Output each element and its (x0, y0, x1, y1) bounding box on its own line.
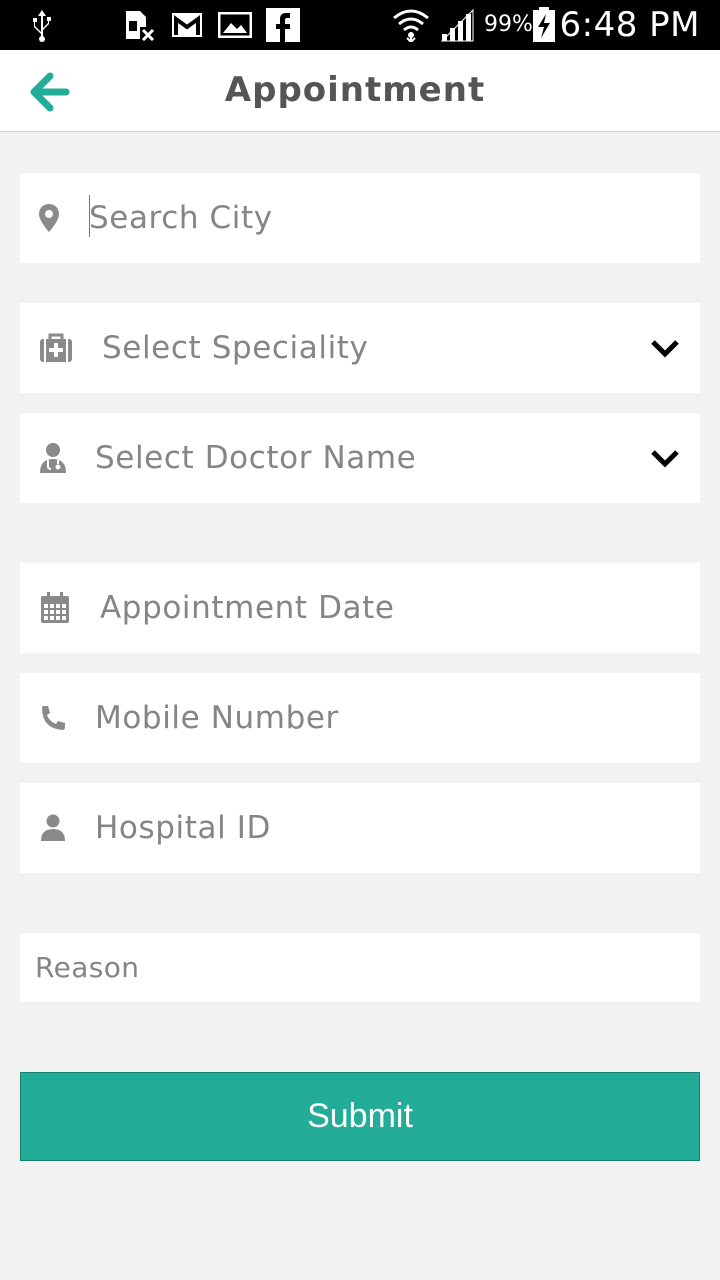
mobile-number-input[interactable]: Mobile Number (20, 673, 700, 763)
chevron-down-icon (650, 413, 680, 503)
user-icon (40, 783, 66, 873)
search-city-input[interactable]: Search City (20, 173, 700, 263)
search-city-placeholder: Search City (89, 200, 273, 236)
sim-missing-icon (124, 0, 156, 50)
battery-charging-icon (532, 0, 556, 50)
speciality-select[interactable]: Select Speciality (20, 303, 700, 393)
doctor-name-placeholder: Select Doctor Name (95, 440, 417, 476)
calendar-icon (40, 563, 70, 653)
submit-button[interactable]: Submit (20, 1072, 700, 1161)
map-pin-icon (38, 173, 60, 263)
signal-icon (440, 0, 476, 50)
usb-icon (30, 0, 54, 50)
text-cursor (89, 195, 90, 237)
phone-icon (40, 673, 66, 763)
hospital-id-input[interactable]: Hospital ID (20, 783, 700, 873)
appointment-date-input[interactable]: Appointment Date (20, 563, 700, 653)
reason-placeholder: Reason (35, 951, 140, 984)
appointment-date-placeholder: Appointment Date (100, 590, 395, 626)
chevron-down-icon (650, 303, 680, 393)
page-title: Appointment (224, 70, 486, 110)
doctor-icon (39, 413, 67, 503)
mobile-number-placeholder: Mobile Number (95, 700, 339, 736)
status-bar: 99% 6:48 PM (0, 0, 720, 50)
facebook-icon (266, 0, 300, 50)
doctor-name-select[interactable]: Select Doctor Name (20, 413, 700, 503)
reason-input[interactable]: Reason (20, 933, 700, 1002)
clock: 6:48 PM (559, 5, 700, 45)
wifi-icon (392, 0, 430, 50)
medical-kit-icon (39, 303, 73, 393)
gallery-icon (218, 0, 252, 50)
app-bar: Appointment (0, 50, 720, 132)
gmail-icon (172, 0, 202, 50)
hospital-id-placeholder: Hospital ID (95, 810, 271, 846)
battery-percent: 99% (484, 12, 533, 37)
speciality-placeholder: Select Speciality (102, 330, 369, 366)
